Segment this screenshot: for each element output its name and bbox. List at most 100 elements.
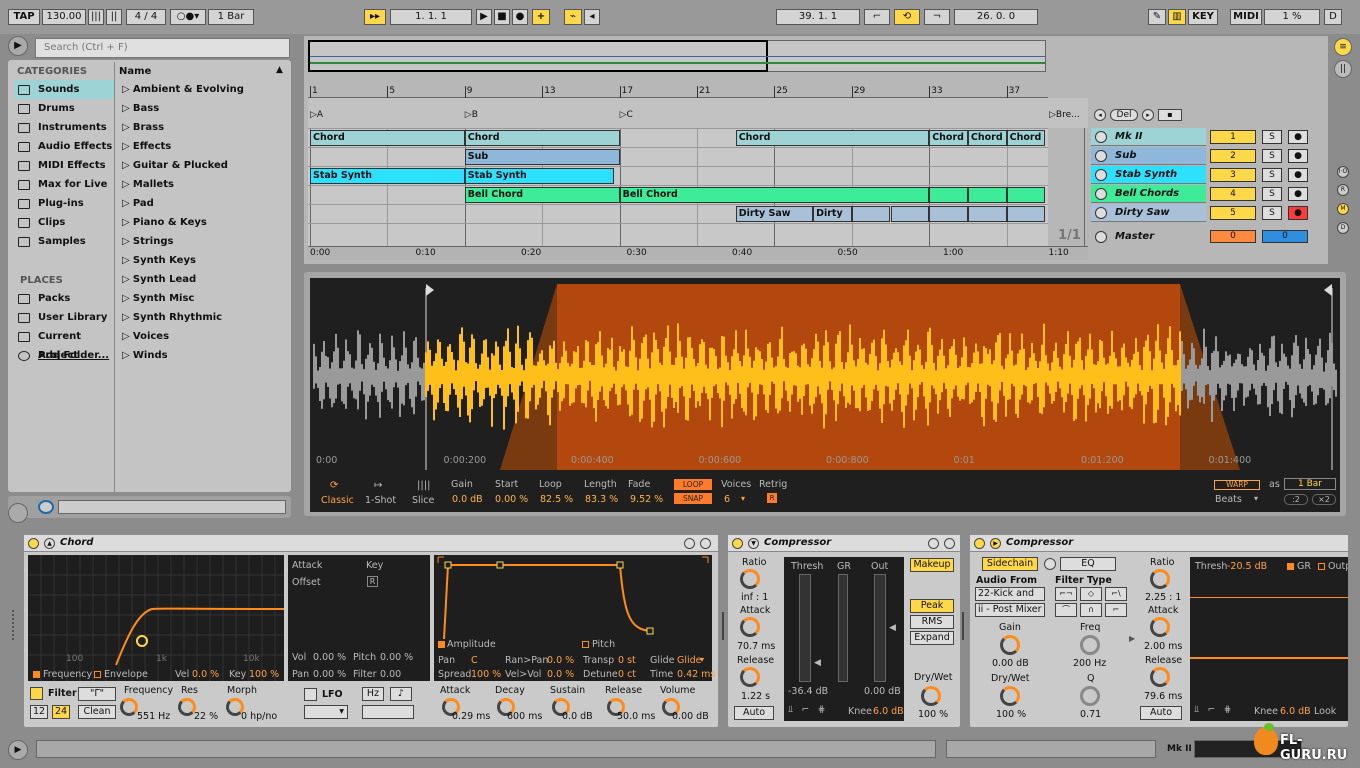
amplitude-tab[interactable]: Amplitude (447, 639, 496, 650)
glide-dropdown-icon[interactable]: ▾ (700, 655, 704, 664)
locator-marker[interactable]: ▷B (465, 110, 478, 120)
envelope-handle[interactable] (646, 627, 654, 635)
warp-button[interactable]: WARP (1214, 480, 1260, 490)
category-midi-effects[interactable]: MIDI Effects (14, 156, 114, 175)
chord-save-icon[interactable] (700, 538, 711, 549)
browser-item[interactable]: Pad (122, 194, 154, 213)
comp2-headphones-icon[interactable] (1044, 558, 1056, 570)
browser-toggle-icon[interactable]: ▶ (8, 36, 28, 56)
pencil-icon[interactable]: ✎ (1148, 9, 1166, 25)
comp2-source-select[interactable]: 22-Kick and (975, 587, 1045, 601)
clip[interactable]: Chord (1006, 130, 1046, 146)
comp2-gain-knob[interactable] (1000, 635, 1020, 655)
punch-in-icon[interactable]: ⌐ (864, 9, 890, 25)
clip[interactable] (967, 187, 1007, 203)
length-value[interactable]: 83.3 % (585, 494, 618, 505)
track-header[interactable]: Bell Chords (1091, 185, 1206, 203)
clip[interactable] (1006, 206, 1046, 222)
browser-item[interactable]: Brass (122, 118, 164, 137)
category-drums[interactable]: Drums (14, 99, 114, 118)
status-left-icon[interactable]: ▶ (8, 740, 28, 760)
pitch-tab-icon[interactable] (582, 641, 589, 648)
browser-item[interactable]: Bass (122, 99, 159, 118)
computer-keyboard-icon[interactable]: ▥ (1168, 9, 1186, 25)
track-play-icon[interactable] (1095, 169, 1107, 181)
track-header[interactable]: Mk II (1091, 128, 1206, 146)
comp1-makeup-button[interactable]: Makeup (910, 558, 954, 572)
envelope-tab-icon[interactable] (94, 671, 101, 678)
lfo-sync-button[interactable]: ♪ (390, 687, 412, 701)
glide-value[interactable]: Glide (677, 655, 702, 666)
category-instruments[interactable]: Instruments (14, 118, 114, 137)
start-value[interactable]: 0.00 % (495, 494, 528, 505)
frequency-tab-icon[interactable] (33, 671, 40, 678)
key-map-button[interactable]: KEY (1188, 9, 1218, 25)
classic-mode-label[interactable]: Classic (321, 495, 354, 506)
clip[interactable] (890, 206, 930, 222)
loop-value[interactable]: 82.5 % (540, 494, 573, 505)
comp2-attack-knob[interactable] (1150, 617, 1170, 637)
ranpan-value[interactable]: 0.0 % (547, 655, 574, 666)
comp1-peak-button[interactable]: Peak (910, 599, 954, 613)
oneshot-mode-label[interactable]: 1-Shot (365, 495, 396, 506)
comp1-attack-knob[interactable] (740, 617, 760, 637)
tap-button[interactable]: TAP (8, 9, 40, 25)
browser-item[interactable]: Voices (122, 327, 169, 346)
browser-item[interactable]: Piano & Keys (122, 213, 207, 232)
arm-button[interactable]: ● (1288, 168, 1308, 182)
retrig-button[interactable]: R (767, 493, 777, 503)
browser-item[interactable]: Synth Misc (122, 289, 194, 308)
amplitude-tab-icon[interactable] (438, 641, 445, 648)
delay-icon[interactable]: D (1337, 222, 1349, 234)
detune-value[interactable]: 0 ct (618, 669, 636, 680)
stop-icon[interactable]: ■ (494, 9, 510, 25)
voices-dropdown-icon[interactable]: ▾ (741, 494, 745, 503)
lfo-retrigger-button[interactable]: R (367, 576, 378, 587)
comp2-eq-button[interactable]: EQ (1060, 557, 1116, 571)
search-input[interactable]: Search (Ctrl + F) (35, 38, 290, 58)
locator-marker[interactable]: ▷Bre... (1049, 110, 1080, 120)
solo-button[interactable]: S (1262, 206, 1282, 220)
lfo-shape-select[interactable]: ▾ (304, 705, 348, 719)
comp2-knee-value[interactable]: 6.0 dB (1280, 706, 1311, 717)
browser-item[interactable]: Winds (122, 346, 168, 365)
comp2-expand-arrow-icon[interactable]: ▶ (1129, 634, 1135, 643)
headphones-icon[interactable] (38, 500, 54, 514)
track-play-icon[interactable] (1095, 131, 1107, 143)
envelope-svg[interactable] (434, 555, 712, 643)
solo-button[interactable]: S (1262, 130, 1282, 144)
quantize-select[interactable]: 1 Bar (208, 9, 254, 25)
arrangement-follow-icon[interactable]: ▸▸ (364, 9, 386, 25)
comp2-freq-knob[interactable] (1080, 635, 1100, 655)
clip[interactable] (929, 187, 968, 203)
metronome-icon[interactable]: ||| (88, 9, 104, 25)
comp2-power-icon[interactable] (974, 538, 985, 549)
track-activator[interactable]: 2 (1210, 149, 1256, 163)
io-icon[interactable]: I·O (1337, 166, 1349, 178)
clip[interactable]: Sub (464, 149, 620, 165)
clip[interactable]: Dirty Saw (735, 206, 814, 222)
comp1-power-icon[interactable] (732, 538, 743, 549)
arm-button[interactable]: ● (1288, 149, 1308, 163)
comp2-auto-button[interactable]: Auto (1140, 706, 1182, 720)
classic-mode-icon[interactable]: ⟳ (330, 480, 338, 491)
track-activator[interactable]: 1 (1210, 130, 1256, 144)
session-toggle-icon[interactable]: || (1334, 60, 1352, 78)
solo-button[interactable]: S (1262, 149, 1282, 163)
clip[interactable]: Chord (929, 130, 968, 146)
comp2-post-select[interactable]: ii - Post Mixer (975, 603, 1045, 617)
master-pan[interactable]: 0 (1262, 230, 1308, 243)
browser-bottom-icon[interactable] (8, 503, 28, 523)
clip[interactable]: Stab Synth (464, 168, 614, 184)
back-to-arrangement-icon[interactable]: ◂ (584, 9, 600, 25)
lfo-filter-value[interactable]: 0.00 (380, 669, 401, 680)
lfo-enable-toggle[interactable] (304, 688, 317, 701)
slice-mode-icon[interactable]: |||| (417, 480, 430, 491)
loop-switch-icon[interactable]: ⟲ (894, 9, 920, 25)
filter-type-button[interactable]: ⌐ (1105, 603, 1127, 617)
signature-field[interactable]: 4 / 4 (126, 9, 166, 25)
comp2-release-knob[interactable] (1150, 667, 1170, 687)
comp1-display-icons[interactable]: ⫫ ⌐ ⋕ (788, 705, 825, 715)
voices-value[interactable]: 6 (724, 494, 730, 505)
filter-type-button[interactable]: ⌒ (1055, 603, 1077, 617)
